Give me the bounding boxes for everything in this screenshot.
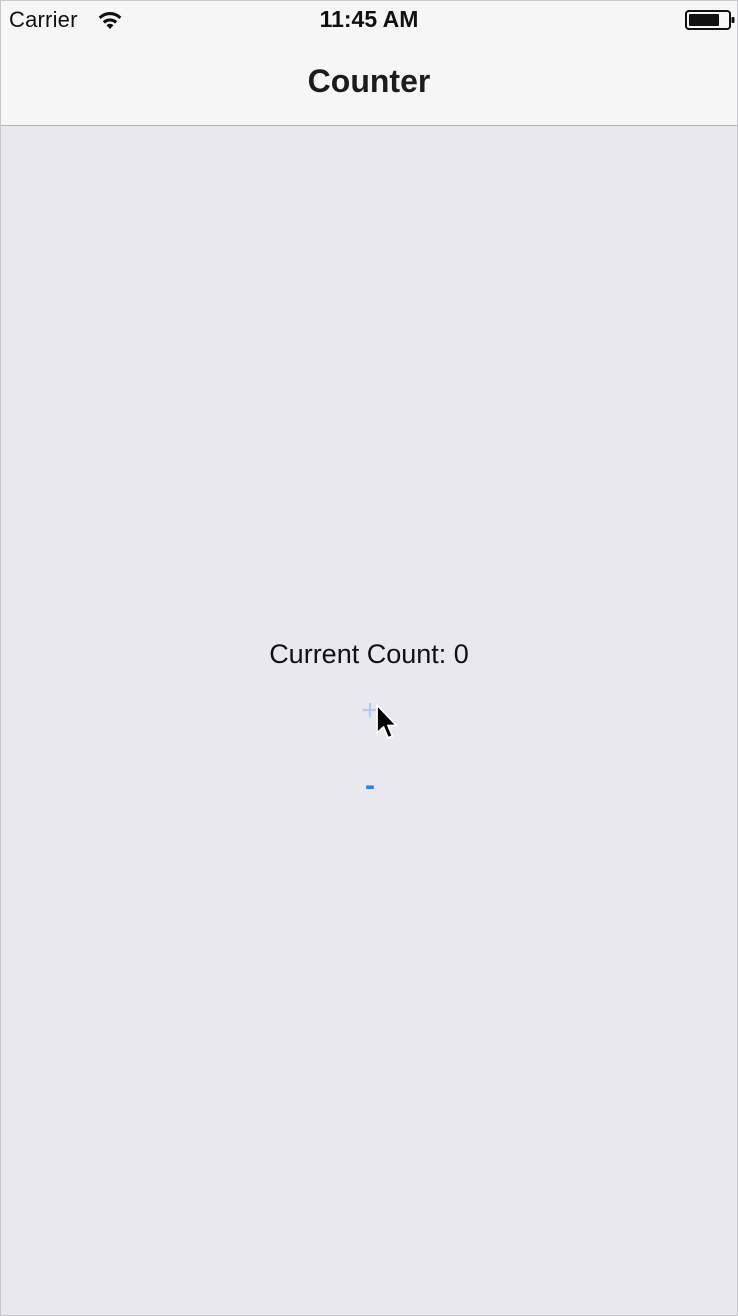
status-time: 11:45 AM	[319, 6, 419, 32]
top-bar: Carrier 11:45 AM Counter	[1, 1, 737, 126]
status-bar: Carrier 11:45 AM	[1, 1, 737, 41]
navigation-bar: Counter	[1, 41, 737, 125]
decrement-button[interactable]: -	[345, 764, 395, 808]
battery-icon	[685, 10, 735, 30]
increment-button[interactable]: +	[345, 689, 395, 733]
count-label: Current Count: 0	[269, 639, 469, 669]
app-screen: Carrier 11:45 AM Counter Current Count: …	[0, 0, 738, 1316]
page-title: Counter	[307, 63, 431, 99]
